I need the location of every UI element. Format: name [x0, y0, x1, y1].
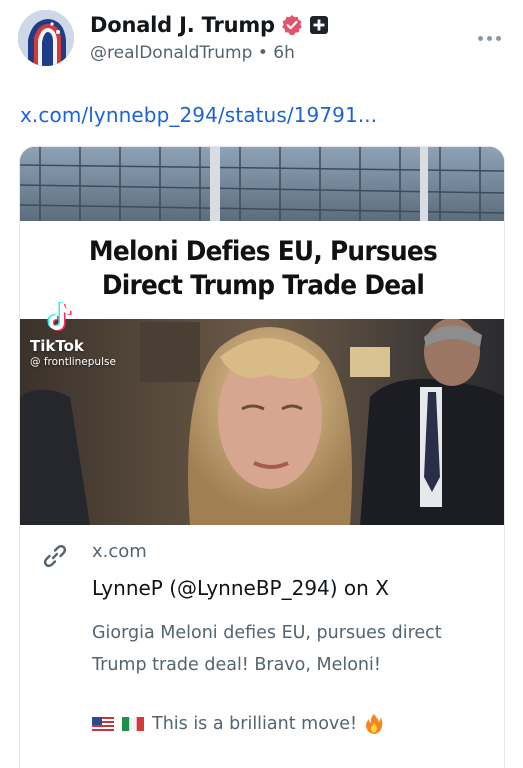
card-media[interactable]: Meloni Defies EU, Pursues Direct Trump T…: [20, 147, 504, 525]
more-dot-icon: [486, 35, 492, 41]
video-thumbnail: [20, 147, 504, 525]
card-description-tail: This is a brilliant move!: [152, 714, 358, 734]
author-handle[interactable]: @realDonaldTrump: [90, 43, 252, 63]
separator-dot: •: [257, 43, 268, 63]
post-timestamp[interactable]: 6h: [273, 43, 295, 63]
card-description-tail-row: This is a brilliant move!: [92, 713, 383, 735]
link-preview-card[interactable]: Meloni Defies EU, Pursues Direct Trump T…: [19, 146, 505, 768]
card-title: LynneP (@LynneBP_294) on X: [92, 576, 389, 600]
avatar-image: [18, 10, 74, 66]
post-link[interactable]: x.com/lynnebp_294/status/19791...: [20, 103, 377, 127]
card-description: Giorgia Meloni defies EU, pursues direct…: [92, 623, 442, 675]
link-icon: [43, 544, 67, 568]
more-options-button[interactable]: [471, 28, 507, 48]
tiktok-watermark-brand: TikTok: [30, 337, 84, 355]
us-flag-icon: [92, 717, 114, 731]
italy-flag-icon: [122, 717, 144, 731]
more-dot-icon: [495, 35, 501, 41]
author-display-name[interactable]: Donald J. Trump: [90, 13, 275, 37]
video-headline: Meloni Defies EU, Pursues Direct Trump T…: [39, 235, 486, 303]
avatar[interactable]: [18, 10, 74, 66]
fire-icon: [366, 714, 383, 734]
video-headline-line2: Direct Trump Trade Deal: [101, 270, 425, 301]
card-footer[interactable]: x.com LynneP (@LynneBP_294) on X Giorgia…: [20, 525, 504, 768]
tiktok-watermark-user: @ frontlinepulse: [30, 356, 116, 368]
government-affiliation-icon[interactable]: [309, 15, 329, 35]
card-domain: x.com: [92, 541, 147, 562]
tiktok-logo-icon: [47, 302, 72, 331]
verified-badge-icon[interactable]: [281, 14, 303, 36]
video-headline-line1: Meloni Defies EU, Pursues: [88, 236, 438, 267]
more-dot-icon: [477, 35, 483, 41]
author-handle-row: @realDonaldTrump • 6h: [90, 43, 295, 63]
author-name-row: Donald J. Trump: [90, 12, 329, 38]
